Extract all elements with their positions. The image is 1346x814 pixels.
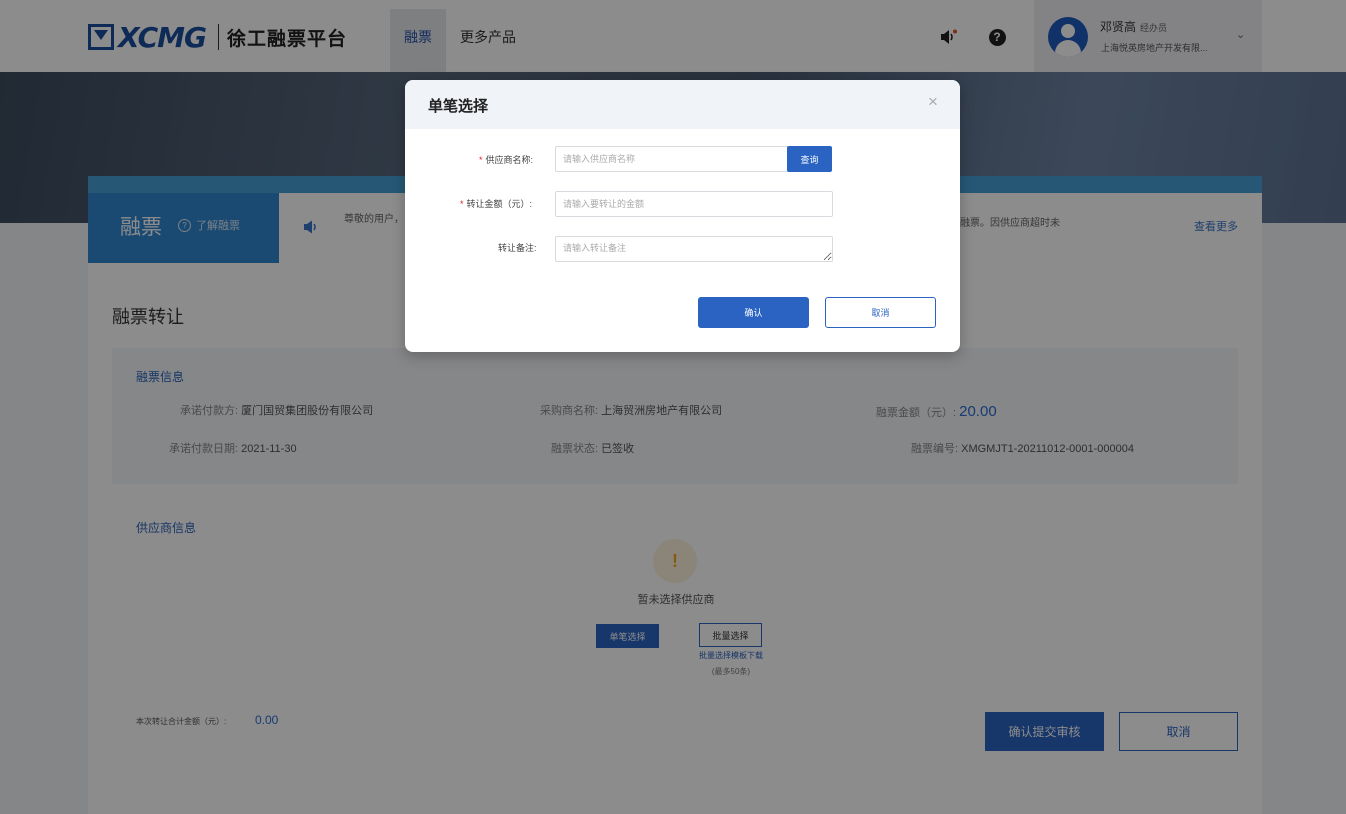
supplier-name-label-text: 供应商名称: [485, 155, 534, 165]
transfer-remark-textarea[interactable] [555, 236, 833, 262]
confirm-button[interactable]: 确认 [698, 297, 809, 328]
required-mark: * [460, 199, 464, 209]
modal-title: 单笔选择 [428, 98, 489, 115]
supplier-name-label: * 供应商名称: [479, 153, 533, 166]
modal-header: 单笔选择 × [405, 80, 960, 129]
single-select-modal: 单笔选择 × *供应商名称: 查询 *转让金额（元）: 转让备注: 确认 取消 [405, 80, 960, 352]
transfer-remark-label-text: 转让备注: [498, 243, 537, 253]
transfer-amount-label-text: 转让金额（元）: [466, 199, 533, 209]
transfer-amount-label: * 转让金额（元）: [460, 197, 532, 210]
required-mark: * [479, 155, 483, 165]
transfer-remark-label: 转让备注: [498, 241, 537, 254]
modal-cancel-button[interactable]: 取消 [825, 297, 936, 328]
supplier-name-input[interactable] [555, 146, 788, 172]
transfer-amount-input[interactable] [555, 191, 833, 217]
query-button[interactable]: 查询 [787, 146, 832, 172]
close-icon[interactable]: × [928, 93, 938, 111]
